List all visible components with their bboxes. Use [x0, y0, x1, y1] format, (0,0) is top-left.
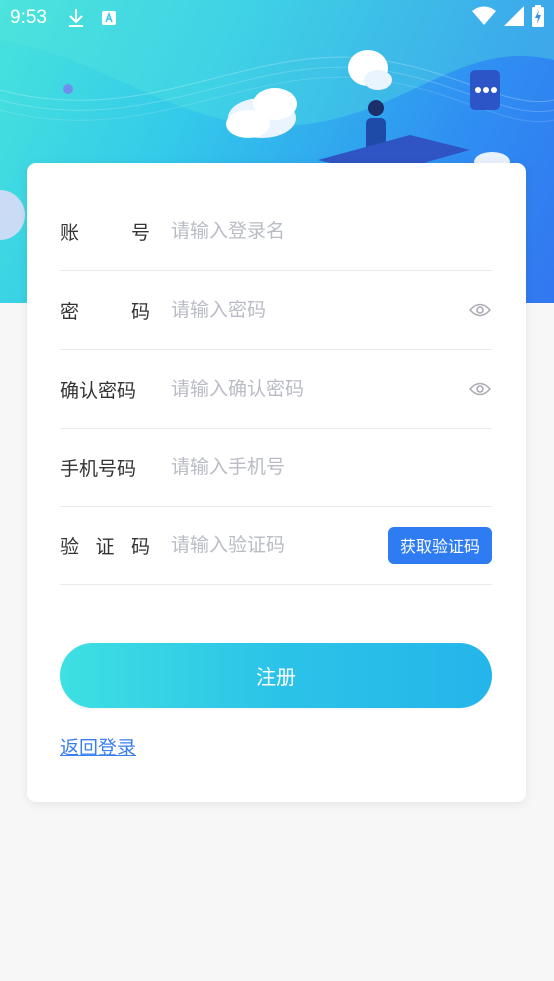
account-row: 账 号 [60, 192, 492, 271]
download-icon [67, 8, 85, 28]
code-label-char: 码 [130, 535, 150, 558]
phone-label: 手机号码 [60, 457, 137, 480]
password-row: 密 码 [60, 271, 492, 350]
eye-icon[interactable] [468, 298, 492, 322]
password-input[interactable] [171, 299, 468, 321]
code-label-char: 证 [95, 535, 115, 558]
code-input[interactable] [171, 534, 388, 556]
status-bar: 9:53 [0, 0, 554, 36]
password-label-char: 码 [130, 300, 150, 323]
password-label: 密 码 [60, 297, 150, 324]
register-card: 账 号 密 码 确认密码 手机号码 验 证 码 获取验证码 注册 [27, 163, 526, 802]
battery-icon [532, 5, 544, 31]
account-input[interactable] [171, 220, 492, 242]
phone-row: 手机号码 [60, 428, 492, 507]
account-label: 账 号 [60, 218, 150, 245]
code-row: 验 证 码 获取验证码 [60, 506, 492, 585]
back-to-login-link[interactable]: 返回登录 [60, 733, 136, 760]
confirm-password-label: 确认密码 [60, 379, 137, 402]
status-time: 9:53 [10, 7, 47, 28]
password-label-char: 密 [60, 300, 80, 323]
phone-input[interactable] [171, 456, 492, 478]
eye-icon[interactable] [468, 377, 492, 401]
account-label-char: 账 [60, 221, 80, 244]
signal-icon [504, 6, 524, 30]
register-button[interactable]: 注册 [60, 643, 492, 708]
account-label-char: 号 [130, 221, 150, 244]
code-label-char: 验 [60, 535, 80, 558]
wifi-icon [472, 6, 496, 30]
get-code-button[interactable]: 获取验证码 [388, 526, 492, 564]
confirm-password-input[interactable] [171, 378, 468, 400]
confirm-password-row: 确认密码 [60, 350, 492, 429]
app-notification-icon [101, 10, 117, 26]
code-label: 验 证 码 [60, 532, 150, 559]
